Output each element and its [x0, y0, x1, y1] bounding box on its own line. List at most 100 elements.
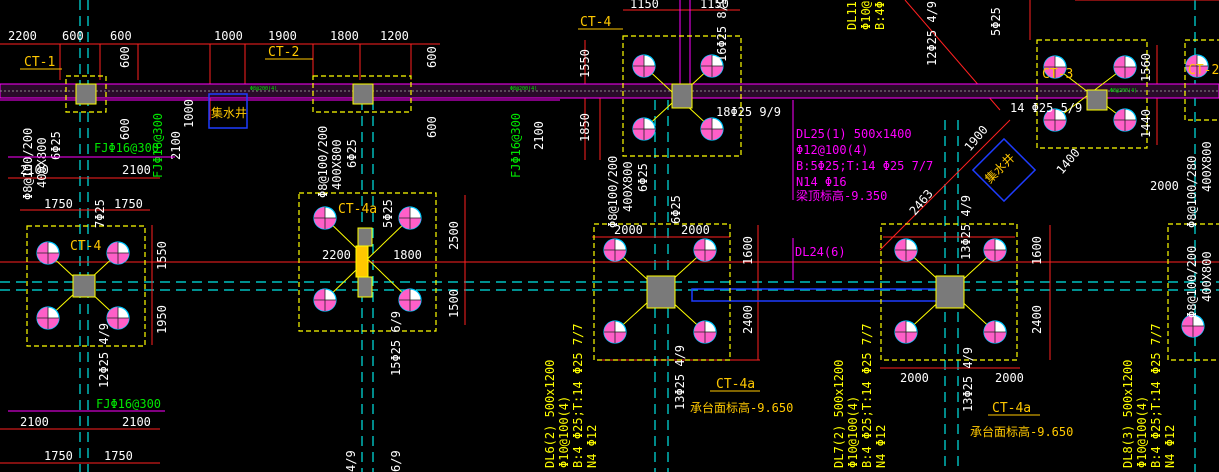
beam-dl6-l4: N4 Φ12	[585, 425, 599, 468]
col1-bars: 6Φ25	[49, 131, 63, 160]
dim-v-1440: 1440	[1139, 109, 1153, 138]
cap-label-ct4-left: CT-4	[70, 239, 101, 254]
pile	[1113, 108, 1137, 132]
beam-dl25-l1: DL25(1) 500x1400	[796, 127, 912, 141]
beam-dl8-l4: N4 Φ12	[1163, 425, 1177, 468]
column-ct4a-mid-bot	[357, 276, 373, 298]
dim-v-1500: 1500	[447, 289, 461, 318]
column-ct4-left	[72, 274, 96, 298]
rebar-18-9-9: 18Φ25 9/9	[716, 105, 781, 119]
column-ct4a-right	[935, 275, 965, 309]
beam-dl24: DL24(6)	[795, 245, 846, 259]
rebar-4-9-bot: 4/9	[344, 450, 358, 472]
dim-2100-c: 2100	[20, 415, 49, 429]
rebar-7-9-left: 7Φ25	[93, 199, 107, 228]
beam-dl25-l2: Φ12@100(4)	[796, 143, 868, 157]
axis-grid	[0, 0, 1219, 472]
dim-v-1850: 1850	[578, 113, 592, 142]
dim-1800-mid: 1800	[393, 248, 422, 262]
dim-1750-a: 1750	[44, 197, 73, 211]
beam-dl7-l3: B:4 Φ25;T:14 Φ25 7/7	[860, 324, 874, 469]
rebar-13-4-9-b: 13Φ25 4/9	[961, 347, 975, 412]
dim-v-600-c: 600	[425, 46, 439, 68]
pile	[36, 241, 60, 265]
beam-dl6-l3: B:4 Φ25;T:14 Φ25 7/7	[571, 324, 585, 469]
col4-size: 400X800	[1200, 141, 1214, 192]
col1-size: 400X800	[35, 137, 49, 188]
pile	[313, 206, 337, 230]
cap-label-ct4a-center: CT-4a	[716, 377, 755, 392]
fj-text-c: FJΦ16@300	[509, 113, 523, 178]
beam-dl7-l2: Φ10@100(4)	[846, 396, 860, 468]
dim-1750-d: 1750	[104, 449, 133, 463]
pile	[983, 238, 1007, 262]
vertical-beam-lines	[679, 0, 794, 280]
rebar-r5-9-tr: 5Φ25 4/9	[989, 0, 1003, 36]
column-ct4a-mid-yellow	[355, 245, 369, 278]
dim-v-1950: 1950	[155, 305, 169, 334]
pile	[632, 117, 656, 141]
rebar-12-4-9-l: 12Φ25 4/9	[97, 323, 111, 388]
rebar-16-8-9: 16Φ25 8/9	[715, 0, 729, 62]
col3-stirrup: Φ8@100/200	[606, 156, 620, 228]
col5-size: 400X800	[1200, 251, 1214, 302]
column-texts: Φ8@100/200 400X800 6Φ25 Φ8@100/200 400X8…	[21, 126, 1214, 318]
dim-2100-d: 2100	[122, 415, 151, 429]
pile	[632, 54, 656, 78]
col2-size: 400X800	[330, 139, 344, 190]
dim-1750-b: 1750	[114, 197, 143, 211]
beam-dl11-a: DL11(	[845, 0, 859, 30]
dim-1150-top: 1150	[630, 0, 659, 11]
small-annot-3: Φ8@200(4)	[1110, 88, 1137, 94]
cap-ct2-right	[1184, 39, 1219, 121]
beam-dl7-l4: N4 Φ12	[874, 425, 888, 468]
small-annot-1: Φ8@200(4)	[250, 86, 277, 92]
dim-1200: 1200	[380, 29, 409, 43]
rebar-13-4-9-c: 13Φ25 4/9	[959, 195, 973, 260]
cad-drawing-canvas[interactable]: CT-1 CT-2 CT-4 CT-3 CT-2 CT-4 CT-4a CT-4…	[0, 0, 1219, 472]
dim-600-a: 600	[62, 29, 84, 43]
elevation-a: 承台面标高-9.650	[690, 400, 793, 415]
dim-v-1600-b: 1600	[1030, 236, 1044, 265]
dim-1750-c: 1750	[44, 449, 73, 463]
cap-label-ct2: CT-2	[268, 45, 299, 60]
rebar-6-9-c: 6Φ25	[669, 195, 683, 224]
cap-labels: CT-1 CT-2 CT-4 CT-3 CT-2 CT-4 CT-4a CT-4…	[24, 15, 1219, 416]
dim-v-2100-l: 2100	[169, 131, 183, 160]
beam-dl8-l1: DL8(3) 500x1200	[1121, 360, 1135, 468]
rebar-13-4-9-a: 13Φ25 4/9	[673, 345, 687, 410]
dim-2200-a: 2200	[8, 29, 37, 43]
beam-dl6-l2: Φ10@100(4)	[557, 396, 571, 468]
fj-text-d: FJΦ16@300	[96, 397, 161, 411]
fj-text-a: FJΦ16@300	[94, 141, 159, 155]
pile	[894, 320, 918, 344]
pile	[894, 238, 918, 262]
rebar-12-4-9-top: 12Φ25 4/9	[925, 1, 939, 66]
cap-label-ct2-right: CT-2	[1188, 63, 1219, 78]
dim-v-1550-top: 1550	[578, 49, 592, 78]
beam-dl11-c: B:4Φ	[873, 1, 887, 30]
beam-texts: DL25(1) 500x1400 Φ12@100(4) B:5Φ25;T:14 …	[795, 127, 933, 259]
col4-stirrup: Φ8@100/280	[1185, 156, 1199, 228]
dim-v-2500: 2500	[447, 221, 461, 250]
cap-label-ct1: CT-1	[24, 55, 55, 70]
dim-2200-mid: 2200	[322, 248, 351, 262]
dim-2100-b: 2100	[122, 163, 151, 177]
col3-size: 400X800	[621, 161, 635, 212]
dim-v-2100-m: 2100	[532, 121, 546, 150]
column-ct4-top	[671, 83, 693, 109]
dim-v-1900: 1900	[962, 123, 991, 154]
dim-v-1560: 1560	[1139, 53, 1153, 82]
dim-2000-c: 2000	[900, 371, 929, 385]
dim-2000-d: 2000	[995, 371, 1024, 385]
pile	[106, 241, 130, 265]
rebar-5-9-mid: 5Φ25	[381, 199, 395, 228]
dim-v-1000: 1000	[182, 99, 196, 128]
dim-1900: 1900	[268, 29, 297, 43]
beam-dl25-l4: N14 Φ16	[796, 175, 847, 189]
red-dimension-lines	[0, 0, 1219, 464]
small-annot-2: Φ8@200(4)	[510, 86, 537, 92]
dim-v-600-b: 600	[118, 118, 132, 140]
pile	[983, 320, 1007, 344]
beam-dl11-b: Φ10@1	[859, 0, 873, 30]
